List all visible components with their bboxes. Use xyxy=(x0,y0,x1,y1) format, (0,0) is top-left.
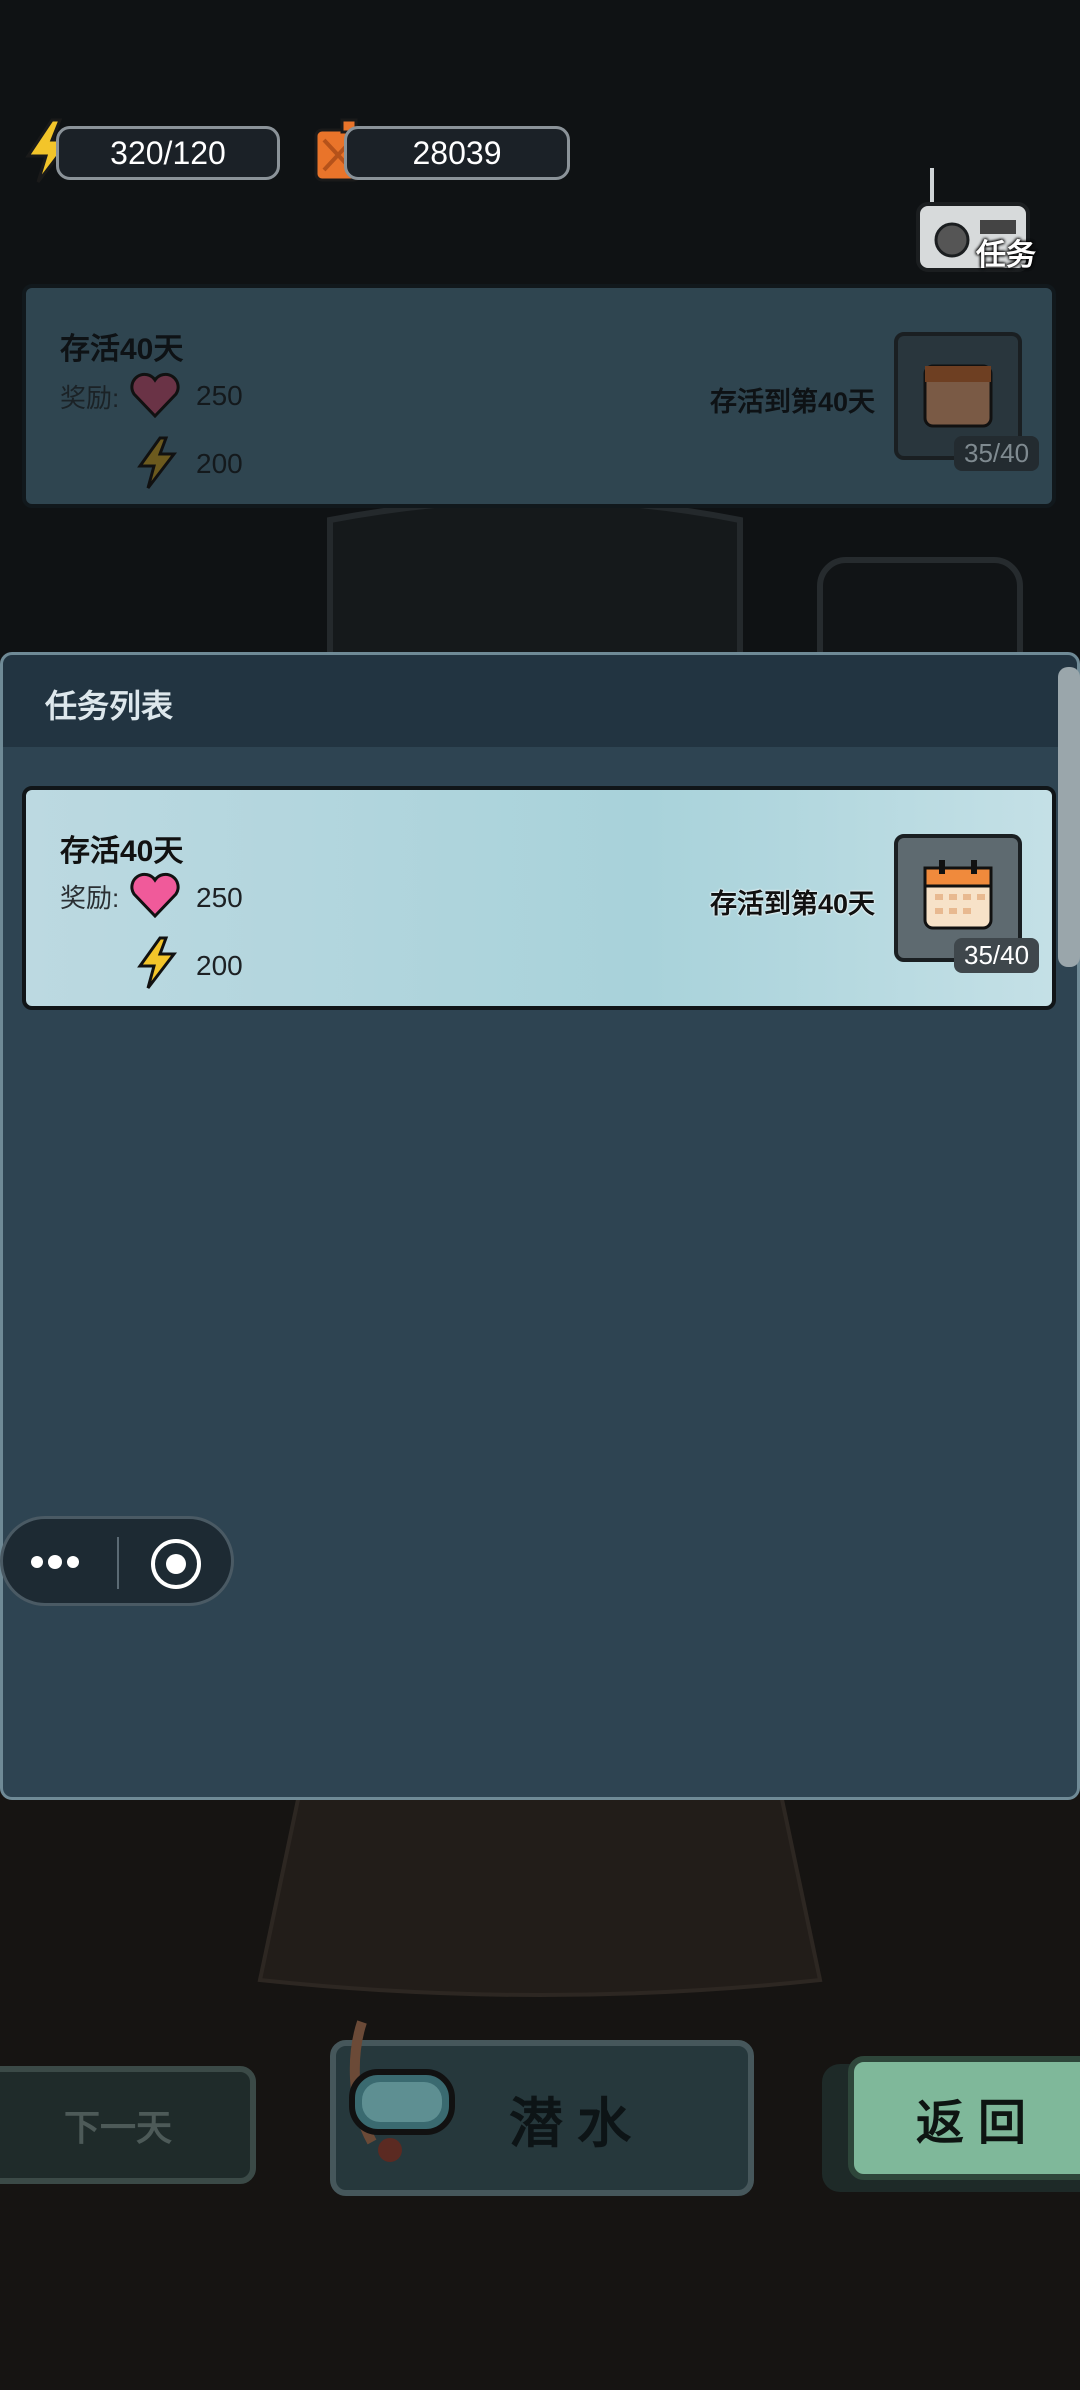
energy-counter: 320/120 xyxy=(56,126,280,180)
top-reward-hearts: 250 xyxy=(196,380,243,411)
panel-scrollbar[interactable] xyxy=(1058,667,1080,967)
top-goal-text: 存活到第40天 xyxy=(710,387,876,417)
top-reward-label: 奖励: xyxy=(60,383,120,413)
top-reward-energy: 200 xyxy=(196,448,243,479)
top-task-progress: 35/40 xyxy=(954,436,1040,471)
task-button-label: 任务 xyxy=(976,239,1036,272)
dive-label: 潜水 xyxy=(509,2093,645,2154)
goal-text: 存活到第40天 xyxy=(710,889,876,919)
task-title: 存活40天 xyxy=(60,835,184,868)
back-button[interactable]: 返回 xyxy=(848,2056,1080,2180)
calendar-icon xyxy=(923,364,993,428)
heart-icon xyxy=(130,872,180,923)
more-options-icon[interactable] xyxy=(29,1547,99,1577)
capsule-divider xyxy=(117,1537,119,1589)
top-task-card: 存活40天 奖励: 250 200 存活到第40天 35/40 xyxy=(22,284,1056,508)
energy-icon xyxy=(136,436,178,495)
task-list-item[interactable]: 存活40天 奖励: 250 200 存活到第40天 35/40 xyxy=(22,786,1056,1010)
reward-energy-value: 200 xyxy=(196,950,243,981)
panel-title: 任务列表 xyxy=(45,688,174,724)
task-radio-button[interactable]: 任务 xyxy=(912,168,1052,280)
close-target-icon[interactable] xyxy=(149,1537,203,1591)
next-day-label: 下一天 xyxy=(63,2107,172,2148)
calendar-icon xyxy=(923,860,993,930)
back-label: 返回 xyxy=(915,2097,1040,2150)
top-task-title: 存活40天 xyxy=(60,333,184,366)
dive-button[interactable]: 潜水 xyxy=(330,2020,754,2196)
heart-icon xyxy=(130,372,180,423)
fuel-value: 28039 xyxy=(412,134,502,171)
diving-mask-icon xyxy=(332,2012,472,2185)
miniprogram-capsule xyxy=(0,1516,234,1606)
fuel-counter: 28039 xyxy=(344,126,570,180)
energy-icon xyxy=(136,936,178,995)
panel-header: 任务列表 xyxy=(3,655,1077,747)
task-progress: 35/40 xyxy=(954,938,1040,973)
energy-value: 320/120 xyxy=(110,134,226,171)
reward-hearts-value: 250 xyxy=(196,882,243,913)
next-day-button[interactable]: 下一天 xyxy=(0,2066,256,2184)
reward-label: 奖励: xyxy=(60,883,120,913)
